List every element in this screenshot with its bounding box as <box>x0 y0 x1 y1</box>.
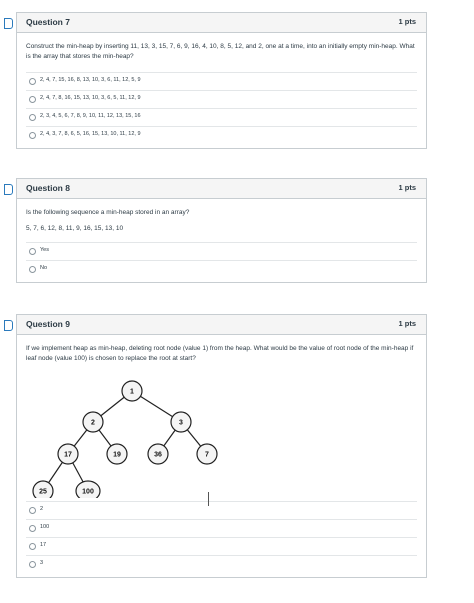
radio-button[interactable] <box>29 525 36 532</box>
text-cursor <box>208 492 209 506</box>
question-points: 1 pts <box>398 17 416 26</box>
radio-button[interactable] <box>29 507 36 514</box>
answer-option[interactable]: 2, 4, 7, 8, 16, 15, 13, 10, 3, 6, 5, 11,… <box>26 90 417 108</box>
question-title: Question 9 <box>26 319 70 329</box>
question-points: 1 pts <box>398 183 416 192</box>
flag-icon[interactable] <box>4 18 13 29</box>
question-text: Construct the min-heap by inserting 11, … <box>26 43 415 60</box>
radio-button[interactable] <box>29 114 36 121</box>
answer-list: 2 100 17 3 <box>26 501 417 573</box>
radio-button[interactable] <box>29 132 36 139</box>
heap-tree-diagram: 1 2 3 17 19 36 7 25 100 <box>26 378 246 498</box>
question-9: Question 9 1 pts If we implement heap as… <box>4 314 427 578</box>
question-8: Question 8 1 pts Is the following sequen… <box>4 178 427 283</box>
heap-tree-svg: 1 2 3 17 19 36 7 25 100 <box>32 380 218 498</box>
flag-icon[interactable] <box>4 184 13 195</box>
answer-option[interactable]: 2, 4, 3, 7, 8, 6, 5, 16, 15, 13, 10, 11,… <box>26 126 417 144</box>
radio-button[interactable] <box>29 561 36 568</box>
question-title: Question 8 <box>26 183 70 193</box>
answer-label: 2, 3, 4, 5, 6, 7, 8, 9, 10, 11, 12, 13, … <box>40 113 141 119</box>
answer-option[interactable]: 3 <box>26 555 417 573</box>
tree-node-label: 1 <box>130 389 134 396</box>
question-points: 1 pts <box>398 319 416 328</box>
answer-list: 2, 4, 7, 15, 16, 8, 13, 10, 3, 6, 11, 12… <box>26 72 417 144</box>
tree-node-label: 17 <box>64 452 72 459</box>
answer-list: Yes No <box>26 242 417 278</box>
answer-option[interactable]: 2, 3, 4, 5, 6, 7, 8, 9, 10, 11, 12, 13, … <box>26 108 417 126</box>
question-title: Question 7 <box>26 17 70 27</box>
answer-label: Yes <box>40 247 49 253</box>
question-text: Is the following sequence a min-heap sto… <box>26 209 190 216</box>
question-sequence: 5, 7, 6, 12, 8, 11, 9, 16, 15, 13, 10 <box>26 225 124 232</box>
question-header: Question 8 1 pts <box>17 179 426 199</box>
answer-label: 2 <box>40 506 44 512</box>
question-header: Question 9 1 pts <box>17 315 426 335</box>
question-text: If we implement heap as min-heap, deleti… <box>26 345 414 362</box>
answer-option[interactable]: Yes <box>26 242 417 260</box>
tree-node-label: 100 <box>82 489 94 496</box>
tree-node-label: 25 <box>39 489 47 496</box>
radio-button[interactable] <box>29 78 36 85</box>
radio-button[interactable] <box>29 266 36 273</box>
radio-button[interactable] <box>29 96 36 103</box>
answer-option[interactable]: 2, 4, 7, 15, 16, 8, 13, 10, 3, 6, 11, 12… <box>26 72 417 90</box>
answer-label: 100 <box>40 524 50 530</box>
tree-node-label: 2 <box>91 420 95 427</box>
answer-option[interactable]: 100 <box>26 519 417 537</box>
tree-node-label: 7 <box>205 452 209 459</box>
answer-option[interactable]: 2 <box>26 501 417 519</box>
tree-node-label: 3 <box>179 420 183 427</box>
question-header: Question 7 1 pts <box>17 13 426 33</box>
answer-label: 3 <box>40 560 44 566</box>
answer-option[interactable]: No <box>26 260 417 278</box>
tree-node-label: 36 <box>154 452 162 459</box>
flag-icon[interactable] <box>4 320 13 331</box>
answer-label: 2, 4, 3, 7, 8, 6, 5, 16, 15, 13, 10, 11,… <box>40 131 141 137</box>
answer-option[interactable]: 17 <box>26 537 417 555</box>
answer-label: 17 <box>40 542 47 548</box>
question-7: Question 7 1 pts Construct the min-heap … <box>4 12 427 149</box>
answer-label: 2, 4, 7, 8, 16, 15, 13, 10, 3, 6, 5, 11,… <box>40 95 141 101</box>
radio-button[interactable] <box>29 543 36 550</box>
answer-label: 2, 4, 7, 15, 16, 8, 13, 10, 3, 6, 11, 12… <box>40 77 141 83</box>
radio-button[interactable] <box>29 248 36 255</box>
answer-label: No <box>40 265 48 271</box>
tree-node-label: 19 <box>113 452 121 459</box>
